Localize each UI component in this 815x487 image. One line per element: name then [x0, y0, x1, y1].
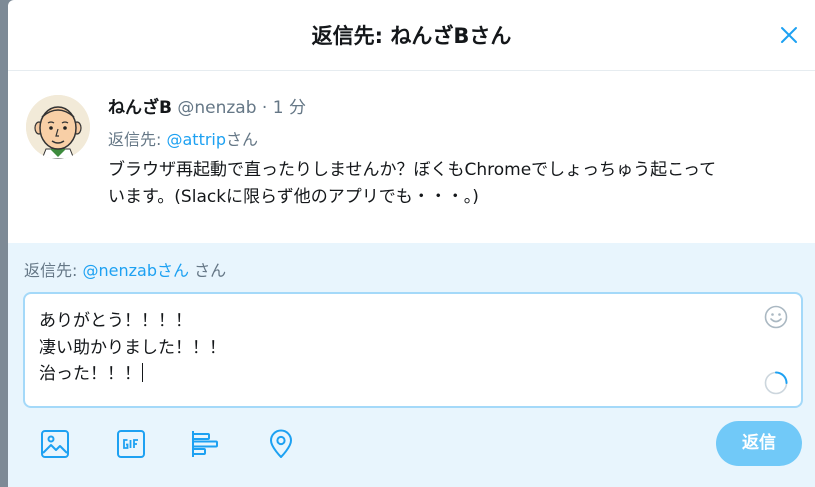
draft-line: ありがとう！！！！ [39, 311, 192, 331]
close-button[interactable] [775, 21, 803, 49]
original-tweet: ねんざB @nenzab · 1 分 返信先: @attripさん ブラウザ再起… [8, 71, 815, 241]
add-location-button[interactable] [265, 428, 297, 460]
add-gif-button[interactable] [115, 428, 147, 460]
tweet-text-line: ブラウザ再起動で直ったりしませんか？ぼくもChromeでしょっちゅう起こって [108, 160, 717, 180]
reply-dialog: 返信先: ねんざBさん ねんざB @nenzab · 1 分 返信先: @att… [8, 0, 815, 487]
emoji-icon [764, 305, 788, 329]
add-poll-button[interactable] [189, 428, 221, 460]
draft-line: 凄い助かりました！！！ [39, 337, 226, 358]
avatar-image [26, 95, 90, 159]
avatar[interactable] [26, 95, 90, 159]
reply-textarea[interactable]: ありがとう！！！！ 凄い助かりました！！！ 治った！！！ [23, 292, 803, 408]
compose-reply-suffix: さん [188, 261, 227, 280]
reply-mention-link[interactable]: @attrip [166, 130, 226, 149]
compose-reply-context: 返信先: @nenzabさん さん [24, 257, 226, 281]
tweet-text-line: います。(Slackに限らず他のアプリでも・・・。) [108, 187, 479, 207]
add-media-button[interactable] [39, 428, 71, 460]
character-count-ring-icon [764, 371, 788, 395]
author-name[interactable]: ねんざB [108, 98, 172, 118]
gif-icon [117, 430, 145, 458]
reply-submit-button[interactable]: 返信 [716, 421, 802, 466]
draft-text[interactable]: ありがとう！！！！ 凄い助かりました！！！ 治った！！！ [39, 308, 226, 388]
reply-prefix: 返信先: [108, 130, 167, 149]
tweet-reply-context: 返信先: @attripさん [108, 126, 258, 150]
emoji-button[interactable] [763, 304, 789, 330]
tweet-time[interactable]: 1 分 [273, 98, 306, 118]
author-handle[interactable]: @nenzab [177, 98, 256, 118]
close-icon [781, 27, 797, 43]
draft-line: 治った！！！ [39, 364, 141, 384]
tweet-author: ねんざB @nenzab · 1 分 [108, 93, 306, 118]
character-counter [763, 370, 789, 396]
dialog-header: 返信先: ねんざBさん [8, 0, 815, 71]
location-pin-icon [270, 429, 292, 458]
separator-dot: · [261, 98, 268, 118]
dialog-title: 返信先: ねんざBさん [311, 24, 512, 48]
reply-suffix: さん [226, 130, 259, 149]
compose-reply-mention-link[interactable]: @nenzabさん [82, 261, 189, 280]
draft-line-last: 治った！！！ [39, 361, 226, 388]
compose-reply-prefix: 返信先: [24, 261, 83, 280]
text-caret [142, 363, 143, 382]
image-icon [41, 430, 69, 458]
reply-composer: 返信先: @nenzabさん さん ありがとう！！！！ 凄い助かりました！！！ … [8, 243, 815, 487]
poll-icon [192, 431, 218, 457]
tweet-text: ブラウザ再起動で直ったりしませんか？ぼくもChromeでしょっちゅう起こって い… [108, 157, 803, 211]
